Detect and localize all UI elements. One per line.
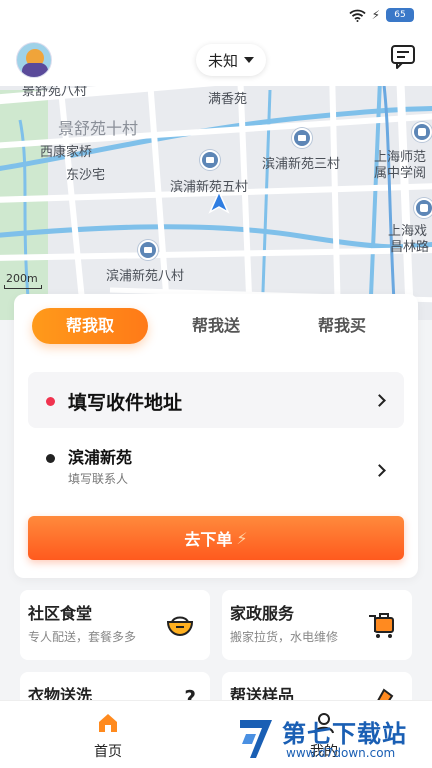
sender-dot-icon [46, 454, 55, 463]
map-label-xiju2: 昌林路 [390, 240, 430, 255]
map-label-jingshu: 景舒苑十村 [58, 119, 139, 138]
poi-binpu3-icon[interactable] [292, 128, 312, 148]
service-desc: 搬家拉货，水电维修 [230, 630, 339, 644]
current-location-arrow-icon [208, 190, 230, 214]
service-title: 家政服务 [230, 604, 295, 623]
map-label-xikang: 西康家桥 [40, 145, 93, 160]
watermark-url: www.d7down.com [286, 746, 396, 760]
tab-pickup[interactable]: 帮我取 [32, 308, 148, 344]
tab-deliver[interactable]: 帮我送 [158, 308, 274, 344]
location-selector[interactable]: 未知 [196, 44, 267, 76]
place-order-button[interactable]: 去下单 ⚡ [28, 516, 404, 560]
receiver-address-placeholder: 填写收件地址 [68, 392, 183, 414]
lightning-icon: ⚡ [236, 528, 248, 548]
caret-down-icon [244, 57, 255, 63]
status-bar: ⚡ 65 [0, 0, 432, 34]
map-label-school2: 属中学阅 [374, 166, 427, 181]
nav-home-label: 首页 [94, 744, 122, 760]
top-bar: 未知 [0, 34, 432, 86]
map-label-dongsha: 东沙宅 [66, 168, 106, 183]
watermark: 第七下载站 www.d7down.com [236, 714, 426, 764]
charging-icon: ⚡ [371, 8, 380, 22]
chevron-right-icon [373, 394, 386, 407]
tab-buy[interactable]: 帮我买 [284, 308, 400, 344]
service-canteen[interactable]: 社区食堂 专人配送，套餐多多 [20, 590, 210, 660]
battery-icon: 65 [386, 8, 414, 22]
sender-contact-hint: 填写联系人 [68, 472, 129, 486]
nav-home[interactable]: 首页 [68, 711, 148, 761]
avatar[interactable] [16, 42, 52, 78]
poi-binpu8-icon[interactable] [138, 240, 158, 260]
order-card: 帮我取 帮我送 帮我买 填写收件地址 滨浦新苑 填写联系人 去下单 ⚡ [14, 294, 418, 578]
message-icon[interactable] [388, 42, 418, 72]
cleaning-cart-icon [369, 613, 394, 638]
watermark-logo-icon [240, 720, 272, 758]
watermark-name: 第七下载站 [282, 720, 407, 748]
chevron-right-icon [373, 464, 386, 477]
map-label-binpu8: 滨浦新苑八村 [106, 269, 185, 284]
map-scale-bar [4, 285, 42, 289]
poi-binpu5-icon[interactable] [200, 150, 220, 170]
map-label-binpu3: 滨浦新苑三村 [262, 157, 341, 172]
poi-school-icon[interactable] [412, 122, 432, 142]
receiver-dot-icon [46, 397, 55, 406]
service-tabs: 帮我取 帮我送 帮我买 [14, 294, 418, 356]
place-order-label: 去下单 [184, 530, 233, 549]
map-label-manxiang: 满香苑 [208, 92, 248, 107]
map-scale-label: 200m [6, 272, 38, 285]
sender-address-row[interactable]: 滨浦新苑 填写联系人 [28, 436, 404, 492]
service-title: 社区食堂 [28, 604, 93, 623]
poi-xiju-icon[interactable] [414, 198, 432, 218]
food-bowl-icon [166, 616, 194, 637]
sender-address-name: 滨浦新苑 [68, 448, 133, 467]
service-housekeeping[interactable]: 家政服务 搬家拉货，水电维修 [222, 590, 412, 660]
location-label: 未知 [208, 51, 239, 70]
service-desc: 专人配送，套餐多多 [28, 630, 137, 644]
receiver-address-row[interactable]: 填写收件地址 [28, 372, 404, 428]
wifi-icon [348, 9, 366, 22]
home-icon [99, 714, 117, 732]
